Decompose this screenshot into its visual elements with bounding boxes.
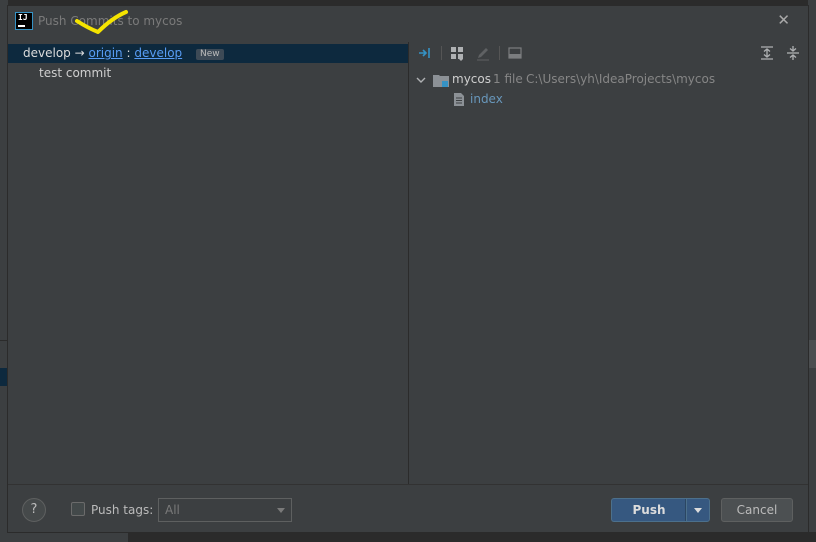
text-file-icon bbox=[454, 93, 464, 106]
footer-separator bbox=[8, 484, 808, 485]
toolbar-separator bbox=[441, 46, 442, 60]
commit-item[interactable]: test commit bbox=[39, 66, 111, 80]
show-diff-icon[interactable] bbox=[417, 45, 433, 61]
branch-row[interactable]: develop → origin : develop New bbox=[8, 44, 408, 63]
changes-pane: mycos 1 file C:\Users\yh\IdeaProjects\my… bbox=[409, 42, 808, 484]
ide-panel-strip bbox=[808, 340, 816, 368]
commits-pane: develop → origin : develop New test comm… bbox=[8, 42, 408, 484]
arrow-icon: → bbox=[74, 46, 85, 60]
push-button[interactable]: Push bbox=[611, 498, 686, 522]
tree-root-name: mycos bbox=[452, 72, 491, 86]
ide-background-bottom bbox=[0, 532, 816, 542]
tree-root-path: C:\Users\yh\IdeaProjects\mycos bbox=[526, 72, 716, 86]
chevron-down-icon[interactable] bbox=[415, 74, 427, 86]
target-branch-link[interactable]: develop bbox=[134, 46, 182, 60]
tree-root-row[interactable]: mycos 1 file C:\Users\yh\IdeaProjects\my… bbox=[409, 70, 808, 88]
push-options-button[interactable] bbox=[686, 498, 710, 522]
annotation-checkmark-icon bbox=[75, 10, 128, 34]
close-icon[interactable]: ✕ bbox=[777, 11, 790, 29]
new-badge: New bbox=[195, 49, 224, 60]
push-commits-dialog: IJ Push Commits to mycos ✕ develop → ori… bbox=[8, 6, 808, 532]
branch-separator: : bbox=[126, 46, 131, 60]
tree-root-count: 1 file bbox=[493, 72, 523, 86]
ide-background-left bbox=[0, 0, 8, 542]
tags-select-value: All bbox=[165, 503, 180, 517]
ide-statusbar-part bbox=[0, 532, 128, 542]
push-tags-checkbox[interactable] bbox=[71, 502, 85, 516]
ide-background-right bbox=[808, 0, 816, 542]
edit-source-icon[interactable] bbox=[475, 45, 491, 61]
intellij-idea-icon: IJ bbox=[16, 13, 32, 29]
push-tags-label[interactable]: Push tags: bbox=[91, 503, 153, 517]
local-branch: develop bbox=[23, 46, 71, 60]
ide-divider bbox=[0, 340, 8, 341]
folder-icon bbox=[433, 75, 449, 87]
dialog-titlebar[interactable]: IJ Push Commits to mycos ✕ bbox=[8, 6, 808, 36]
tree-file-name: index bbox=[470, 92, 503, 106]
chevron-down-icon bbox=[277, 508, 285, 513]
cancel-button[interactable]: Cancel bbox=[721, 498, 793, 522]
help-button[interactable]: ? bbox=[22, 498, 46, 522]
group-by-icon[interactable] bbox=[449, 45, 465, 61]
collapse-all-icon[interactable] bbox=[785, 45, 801, 61]
ide-selected-row bbox=[0, 368, 8, 386]
commit-details-icon[interactable] bbox=[507, 45, 523, 61]
tree-file-row[interactable]: index bbox=[409, 90, 808, 108]
chevron-down-icon bbox=[694, 508, 702, 513]
toolbar-separator bbox=[499, 46, 500, 60]
expand-all-icon[interactable] bbox=[759, 45, 775, 61]
tags-select[interactable]: All bbox=[158, 498, 292, 522]
remote-link[interactable]: origin bbox=[89, 46, 123, 60]
changes-toolbar bbox=[409, 42, 808, 64]
